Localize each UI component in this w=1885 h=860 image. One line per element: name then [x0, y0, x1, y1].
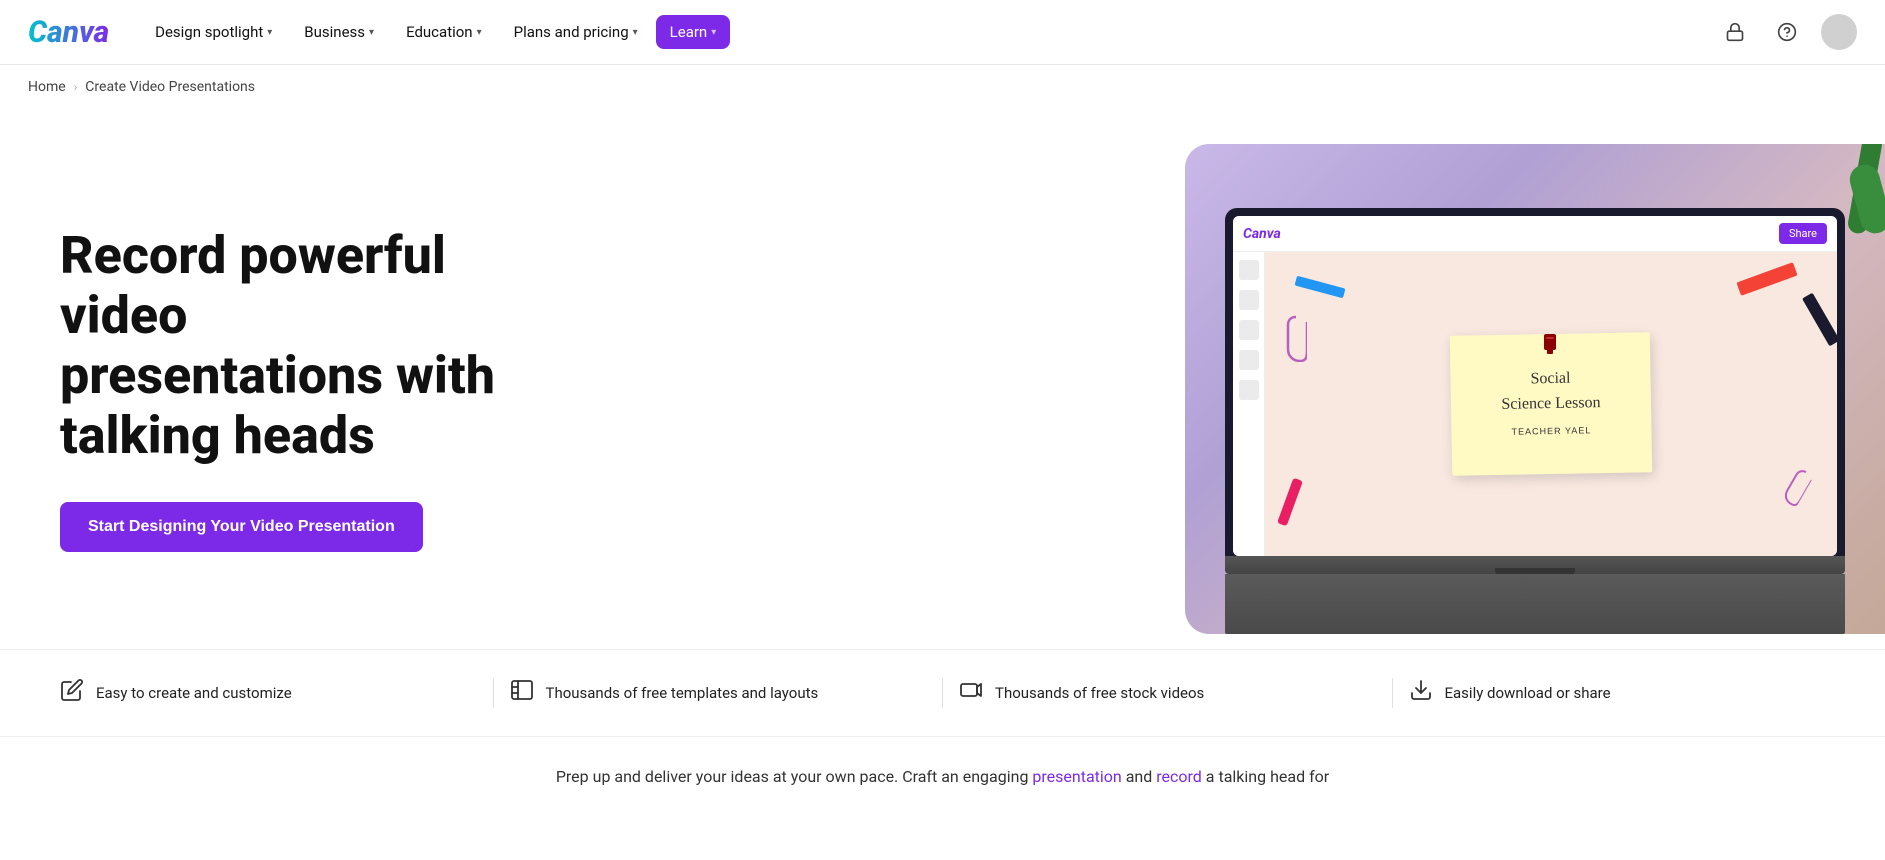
help-icon	[1777, 22, 1797, 42]
lock-icon	[1725, 22, 1745, 42]
chevron-down-icon: ▾	[633, 27, 638, 38]
chevron-down-icon: ▾	[369, 27, 374, 38]
editor-sidebar	[1233, 252, 1265, 556]
feature-templates-label: Thousands of free templates and layouts	[546, 684, 819, 702]
editor-toolbar: Canva Share	[1233, 216, 1837, 252]
breadcrumb-home[interactable]: Home	[28, 79, 66, 95]
hero-title: Record powerful video presentations with…	[60, 226, 520, 465]
sidebar-image-icon[interactable]	[1239, 320, 1259, 340]
nav-learn[interactable]: Learn ▾	[656, 15, 731, 49]
slide-canvas: Social Science Lesson TEACHER YAEL	[1265, 252, 1837, 556]
feature-download-label: Easily download or share	[1445, 684, 1611, 702]
plant-decoration	[1825, 144, 1885, 294]
feature-download: Easily download or share	[1409, 678, 1826, 708]
download-icon	[1409, 678, 1433, 708]
hero-left: Record powerful video presentations with…	[0, 186, 560, 591]
feature-easy-label: Easy to create and customize	[96, 684, 292, 702]
feature-divider-3	[1392, 678, 1393, 708]
nav-plans-pricing[interactable]: Plans and pricing ▾	[500, 15, 652, 49]
breadcrumb-current: Create Video Presentations	[85, 79, 255, 95]
chevron-down-icon: ▾	[711, 27, 716, 38]
feature-templates: Thousands of free templates and layouts	[510, 678, 927, 708]
template-icon	[510, 678, 534, 708]
editor-share-button[interactable]: Share	[1779, 223, 1827, 244]
lock-icon-button[interactable]	[1717, 14, 1753, 50]
sidebar-upload-icon[interactable]	[1239, 380, 1259, 400]
feature-divider-2	[942, 678, 943, 708]
paperclip-right-icon	[1780, 464, 1816, 508]
hero-image: Canva Share	[1185, 144, 1885, 634]
breadcrumb: Home › Create Video Presentations	[0, 65, 1885, 109]
marker-decoration	[1277, 478, 1303, 527]
nav-education[interactable]: Education ▾	[392, 15, 496, 49]
presentation-link[interactable]: presentation	[1032, 767, 1121, 786]
help-icon-button[interactable]	[1769, 14, 1805, 50]
slide-note-text: Social Science Lesson TEACHER YAEL	[1501, 365, 1601, 443]
feature-easy: Easy to create and customize	[60, 678, 477, 708]
sidebar-grid-icon[interactable]	[1239, 260, 1259, 280]
hero-right: Canva Share	[560, 129, 1885, 649]
teaser-text-after: a talking head for	[1202, 767, 1329, 786]
teaser-text-between: and	[1122, 767, 1157, 786]
pencil-icon	[60, 678, 84, 708]
avatar[interactable]	[1821, 14, 1857, 50]
ruler-blue-decoration	[1295, 276, 1346, 299]
bottom-teaser: Prep up and deliver your ideas at your o…	[0, 736, 1885, 816]
video-icon	[959, 678, 983, 708]
laptop-base	[1225, 556, 1845, 574]
feature-divider-1	[493, 678, 494, 708]
hero-section: Record powerful video presentations with…	[0, 109, 1885, 649]
breadcrumb-separator: ›	[74, 80, 78, 94]
ruler-red-decoration	[1736, 262, 1797, 296]
paperclip-left-icon	[1285, 312, 1307, 362]
editor-canva-logo: Canva	[1243, 226, 1281, 242]
nav-design-spotlight[interactable]: Design spotlight ▾	[141, 15, 286, 49]
laptop-mockup: Canva Share	[1225, 208, 1845, 634]
nav-right-actions	[1717, 14, 1857, 50]
chevron-down-icon: ▾	[477, 27, 482, 38]
binder-clip-icon	[1541, 334, 1559, 360]
laptop-screen: Canva Share	[1233, 216, 1837, 556]
features-strip: Easy to create and customize Thousands o…	[0, 649, 1885, 736]
nav-business[interactable]: Business ▾	[290, 15, 388, 49]
feature-videos: Thousands of free stock videos	[959, 678, 1376, 708]
navbar: Canva Design spotlight ▾ Business ▾ Educ…	[0, 0, 1885, 65]
editor-layout: Social Science Lesson TEACHER YAEL	[1233, 252, 1837, 556]
sidebar-elements-icon[interactable]	[1239, 350, 1259, 370]
pen-decoration	[1802, 293, 1837, 347]
start-designing-button[interactable]: Start Designing Your Video Presentation	[60, 502, 423, 552]
canva-logo[interactable]: Canva	[28, 15, 109, 50]
record-link[interactable]: record	[1156, 767, 1202, 786]
feature-videos-label: Thousands of free stock videos	[995, 684, 1204, 702]
chevron-down-icon: ▾	[267, 27, 272, 38]
teaser-text-before: Prep up and deliver your ideas at your o…	[556, 767, 1033, 786]
laptop-keyboard	[1225, 574, 1845, 634]
sidebar-text-icon[interactable]	[1239, 290, 1259, 310]
nav-links: Design spotlight ▾ Business ▾ Education …	[141, 15, 1717, 49]
